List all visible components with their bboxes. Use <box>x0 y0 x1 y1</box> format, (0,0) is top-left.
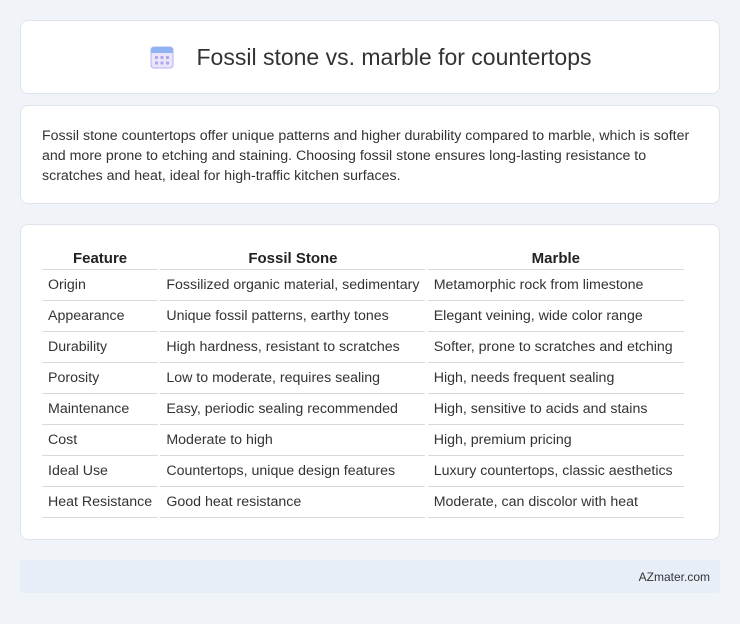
cell-marble: Metamorphic rock from limestone <box>427 269 684 301</box>
cell-fossil-stone: Fossilized organic material, sedimentary <box>160 269 426 301</box>
cell-marble: Elegant veining, wide color range <box>427 300 684 332</box>
cell-feature: Cost <box>42 424 159 456</box>
calendar-icon <box>150 46 173 69</box>
intro-card: Fossil stone countertops offer unique pa… <box>20 105 720 204</box>
cell-feature: Maintenance <box>42 393 159 425</box>
page-title: Fossil stone vs. marble for countertops <box>196 43 592 70</box>
cell-feature: Durability <box>42 331 159 363</box>
table-header-row: Feature Fossil Stone Marble <box>42 248 684 270</box>
comparison-card: Feature Fossil Stone Marble Origin Fossil… <box>20 224 720 540</box>
cell-marble: Moderate, can discolor with heat <box>427 486 684 518</box>
cell-fossil-stone: Unique fossil patterns, earthy tones <box>160 300 426 332</box>
cell-fossil-stone: Low to moderate, requires sealing <box>160 362 426 394</box>
cell-feature: Origin <box>42 269 159 301</box>
cell-marble: High, sensitive to acids and stains <box>427 393 684 425</box>
table-row: Heat Resistance Good heat resistance Moder… <box>42 486 684 518</box>
column-header-feature: Feature <box>42 248 159 270</box>
cell-fossil-stone: Easy, periodic sealing recommended <box>160 393 426 425</box>
footer-brand: AZmater.com <box>638 569 710 584</box>
table-row: Maintenance Easy, periodic sealing recomm… <box>42 393 684 425</box>
cell-marble: Luxury countertops, classic aesthetics <box>427 455 684 487</box>
cell-feature: Ideal Use <box>42 455 159 487</box>
column-header-fossil-stone: Fossil Stone <box>160 248 426 270</box>
table-row: Appearance Unique fossil patterns, earthy… <box>42 300 684 332</box>
cell-feature: Appearance <box>42 300 159 332</box>
cell-fossil-stone: Good heat resistance <box>160 486 426 518</box>
table-row: Durability High hardness, resistant to sc… <box>42 331 684 363</box>
cell-fossil-stone: Moderate to high <box>160 424 426 456</box>
footer: AZmater.com <box>20 560 720 593</box>
title-card: Fossil stone vs. marble for countertops <box>20 20 720 94</box>
cell-fossil-stone: High hardness, resistant to scratches <box>160 331 426 363</box>
cell-fossil-stone: Countertops, unique design features <box>160 455 426 487</box>
table-row: Cost Moderate to high High, premium pricin… <box>42 424 684 456</box>
table-row: Porosity Low to moderate, requires sealin… <box>42 362 684 394</box>
comparison-table: Feature Fossil Stone Marble Origin Fossil… <box>42 248 684 518</box>
cell-marble: Softer, prone to scratches and etching <box>427 331 684 363</box>
cell-marble: High, needs frequent sealing <box>427 362 684 394</box>
intro-paragraph: Fossil stone countertops offer unique pa… <box>42 128 690 184</box>
cell-feature: Porosity <box>42 362 159 394</box>
table-row: Origin Fossilized organic material, sedim… <box>42 269 684 301</box>
cell-feature: Heat Resistance <box>42 486 159 518</box>
column-header-marble: Marble <box>427 248 684 270</box>
table-row: Ideal Use Countertops, unique design feat… <box>42 455 684 487</box>
cell-marble: High, premium pricing <box>427 424 684 456</box>
